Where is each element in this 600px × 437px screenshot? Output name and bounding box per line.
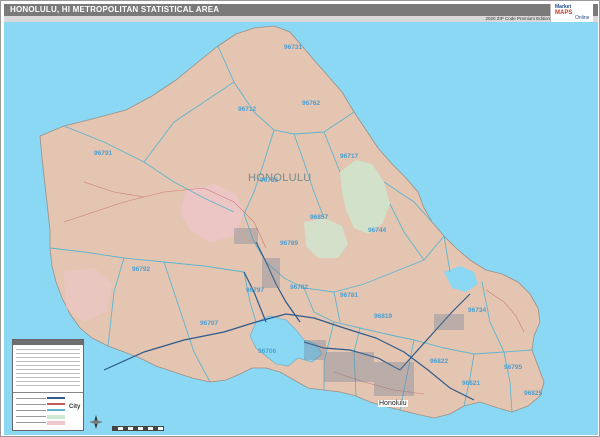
map-title: HONOLULU, HI METROPOLITAN STATISTICAL AR… — [10, 5, 220, 14]
legend-row — [16, 381, 80, 382]
zip-label[interactable]: 96744 — [368, 227, 386, 234]
scale-bar — [112, 426, 164, 431]
zip-label[interactable]: 96707 — [200, 320, 218, 327]
legend-park-symbol — [47, 415, 65, 419]
legend-row — [16, 377, 80, 378]
zip-label[interactable]: 96795 — [504, 364, 522, 371]
county-label: HONOLULU — [248, 172, 312, 184]
zip-label[interactable]: 96792 — [132, 266, 150, 273]
legend-key-row — [16, 398, 46, 399]
legend-highway-symbol — [47, 397, 65, 399]
oahu-map — [4, 22, 598, 435]
legend-header — [13, 340, 83, 345]
legend-key-row — [16, 410, 46, 411]
legend-key: City — [13, 392, 83, 431]
map-canvas[interactable]: HONOLULU 96731 96712 96762 96791 96717 9… — [4, 22, 598, 435]
title-bar: HONOLULU, HI METROPOLITAN STATISTICAL AR… — [4, 4, 598, 16]
legend-row — [16, 353, 80, 354]
legend-zip-boundary-symbol — [47, 409, 65, 411]
legend-road-symbol — [47, 403, 65, 405]
legend-key-row — [16, 416, 46, 417]
legend-row — [16, 349, 80, 350]
zip-label[interactable]: 96797 — [246, 287, 264, 294]
zip-label[interactable]: 96789 — [280, 240, 298, 247]
publisher-logo: Market MAPS Online — [550, 4, 593, 22]
zip-label[interactable]: 96825 — [524, 390, 542, 397]
zip-label[interactable]: 96717 — [340, 153, 358, 160]
legend-index-table — [16, 347, 80, 389]
legend-urban-symbol — [47, 421, 65, 425]
zip-label[interactable]: 96781 — [340, 292, 358, 299]
zip-label[interactable]: 96821 — [462, 380, 480, 387]
zip-label[interactable]: 96731 — [284, 44, 302, 51]
logo-word-maps: MAPS — [555, 10, 573, 16]
map-frame: HONOLULU, HI METROPOLITAN STATISTICAL AR… — [0, 0, 600, 437]
zip-label[interactable]: 96819 — [374, 313, 392, 320]
zip-label[interactable]: 96786 — [260, 177, 278, 184]
north-arrow-icon — [89, 415, 103, 429]
legend-key-row — [16, 422, 46, 423]
logo-word-online: Online — [575, 15, 590, 21]
legend-key-row — [16, 404, 46, 405]
legend-row — [16, 365, 80, 366]
legend-row — [16, 369, 80, 370]
zip-label[interactable]: 96712 — [238, 106, 256, 113]
legend-row — [16, 357, 80, 358]
zip-label[interactable]: 96762 — [302, 100, 320, 107]
legend-city-label: City — [69, 404, 81, 410]
zip-label[interactable]: 96782 — [290, 284, 308, 291]
zip-label[interactable]: 96734 — [468, 307, 486, 314]
legend-row — [16, 361, 80, 362]
legend-row — [16, 373, 80, 374]
map-legend: City — [12, 339, 84, 431]
zip-label[interactable]: 96706 — [258, 348, 276, 355]
zip-label[interactable]: 96857 — [310, 214, 328, 221]
city-label-honolulu: Honolulu — [378, 400, 408, 407]
zip-label[interactable]: 96791 — [94, 150, 112, 157]
legend-row — [16, 385, 80, 386]
zip-label[interactable]: 96822 — [430, 358, 448, 365]
